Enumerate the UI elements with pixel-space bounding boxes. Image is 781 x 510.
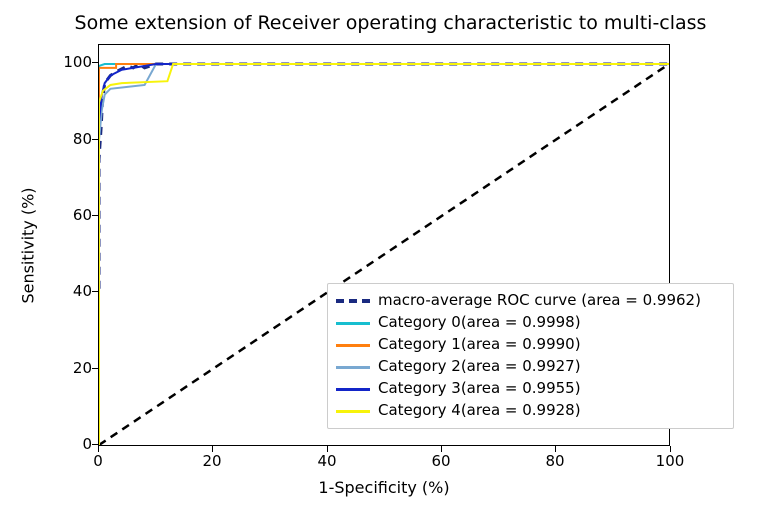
xtick-0: 0 xyxy=(93,452,103,470)
ytick-100: 100 xyxy=(62,53,92,71)
ytick-40: 40 xyxy=(62,282,92,300)
legend-label: macro-average ROC curve (area = 0.9962) xyxy=(378,290,701,312)
xtick-60: 60 xyxy=(431,452,450,470)
legend-entry-cat4: Category 4(area = 0.9928) xyxy=(336,400,725,422)
legend-label: Category 1(area = 0.9990) xyxy=(378,334,581,356)
xtick-20: 20 xyxy=(202,452,221,470)
xtick-100: 100 xyxy=(656,452,685,470)
ytick-80: 80 xyxy=(62,130,92,148)
legend-label: Category 4(area = 0.9928) xyxy=(378,400,581,422)
legend-swatch-icon xyxy=(336,299,370,303)
chart-title: Some extension of Receiver operating cha… xyxy=(0,12,781,34)
xtick-80: 80 xyxy=(545,452,564,470)
plot-area: macro-average ROC curve (area = 0.9962) … xyxy=(98,44,670,446)
ytick-20: 20 xyxy=(62,359,92,377)
ytick-0: 0 xyxy=(62,435,92,453)
legend-entry-cat3: Category 3(area = 0.9955) xyxy=(336,378,725,400)
legend-swatch-icon xyxy=(336,410,370,413)
xtick-40: 40 xyxy=(317,452,336,470)
legend-label: Category 2(area = 0.9927) xyxy=(378,356,581,378)
legend-swatch-icon xyxy=(336,322,370,325)
legend-swatch-icon xyxy=(336,388,370,391)
legend-swatch-icon xyxy=(336,366,370,369)
roc-chart: Some extension of Receiver operating cha… xyxy=(0,0,781,510)
legend-entry-macro: macro-average ROC curve (area = 0.9962) xyxy=(336,290,725,312)
legend-swatch-icon xyxy=(336,344,370,347)
legend-entry-cat1: Category 1(area = 0.9990) xyxy=(336,334,725,356)
legend-entry-cat0: Category 0(area = 0.9998) xyxy=(336,312,725,334)
legend-label: Category 0(area = 0.9998) xyxy=(378,312,581,334)
ytick-60: 60 xyxy=(62,206,92,224)
legend-entry-cat2: Category 2(area = 0.9927) xyxy=(336,356,725,378)
legend-label: Category 3(area = 0.9955) xyxy=(378,378,581,400)
legend: macro-average ROC curve (area = 0.9962) … xyxy=(327,283,734,429)
y-axis-label: Sensitivity (%) xyxy=(18,44,38,446)
x-axis-label: 1-Specificity (%) xyxy=(98,478,670,497)
